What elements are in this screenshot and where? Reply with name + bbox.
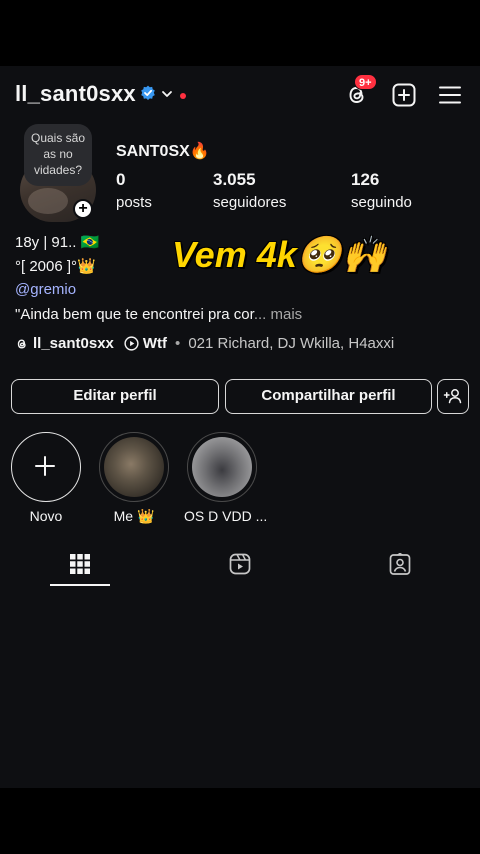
tagged-icon [389,553,411,575]
username-title[interactable]: ll_sant0sxx [15,81,136,107]
bio-line-2: °[ 2006 ]°👑 [15,258,96,275]
plus-icon [35,456,55,476]
create-icon[interactable] [391,82,417,108]
active-tab-indicator [50,584,110,586]
overlay-caption: Vem 4k🥺🙌 [172,234,387,275]
stat-followers[interactable]: 3.055 seguidores [213,170,286,211]
music-title: Wtf [142,335,168,352]
add-person-icon [443,389,462,404]
play-circle-icon [124,336,139,351]
bio-quote: "Ainda bem que te encontrei pra cor... m… [15,306,302,323]
display-name: SANT0SX🔥 [116,143,210,160]
verified-badge-icon [141,85,155,100]
highlight-label: Me 👑 [113,508,155,524]
avatar-photo [28,188,68,214]
discover-people-button[interactable] [437,379,469,414]
profile-screen: ll_sant0sxx 9+ Quais são as no vidades? … [0,66,480,788]
tab-grid[interactable] [0,544,160,586]
music-artists: 021 Richard, DJ Wkilla, H4axxi [188,335,395,352]
highlight-ring [187,432,257,502]
highlight-os-d-vdd[interactable]: OS D VDD ... [184,432,268,524]
stat-followers-value: 3.055 [213,170,256,189]
note-bubble[interactable]: Quais são as no vidades? [24,124,92,186]
stat-posts[interactable]: 0 posts [116,170,152,211]
add-story-icon[interactable]: + [73,199,93,219]
bio-quote-text: "Ainda bem que te encontrei pra cor [15,306,254,323]
stat-following-label: seguindo [351,194,412,211]
highlight-ring [99,432,169,502]
highlight-me[interactable]: Me 👑 [96,432,172,525]
stat-following-value: 126 [351,170,380,189]
tab-reels[interactable] [160,544,320,586]
threads-small-icon [17,339,26,348]
notification-badge: 9+ [354,74,377,90]
separator-dot: • [175,335,181,352]
bio-more-link[interactable]: ... mais [254,306,302,323]
stat-followers-label: seguidores [213,194,287,211]
highlight-label: OS D VDD ... [184,508,268,524]
bio-mention-link[interactable]: @gremio [15,281,76,298]
highlight-label: Novo [29,508,63,524]
tab-tagged[interactable] [320,544,480,586]
profile-links: ll_sant0sxx Wtf • 021 Richard, DJ Wkilla… [15,335,394,352]
bio-line-1: 18y | 91.. 🇧🇷 [15,234,100,251]
profile-tabs [0,544,480,588]
status-bar-area [0,0,480,66]
highlight-new[interactable]: Novo [8,432,84,524]
grid-icon [70,554,90,574]
edit-profile-button[interactable]: Editar perfil [11,379,219,414]
navigation-bar-area [0,788,480,854]
chevron-down-icon[interactable] [160,87,174,101]
music-link[interactable]: Wtf [124,335,167,352]
profile-header: ll_sant0sxx 9+ [0,66,480,122]
menu-icon[interactable] [437,82,463,108]
highlight-cover-image [192,437,252,497]
share-profile-button[interactable]: Compartilhar perfil [225,379,432,414]
stat-following[interactable]: 126 seguindo [351,170,412,211]
threads-handle-link[interactable]: ll_sant0sxx [33,335,114,352]
highlight-cover-image [104,437,164,497]
account-alert-dot [180,93,186,99]
new-highlight-ring [11,432,81,502]
reels-icon [229,553,251,575]
stat-posts-label: posts [116,194,152,211]
stat-posts-value: 0 [116,170,126,189]
